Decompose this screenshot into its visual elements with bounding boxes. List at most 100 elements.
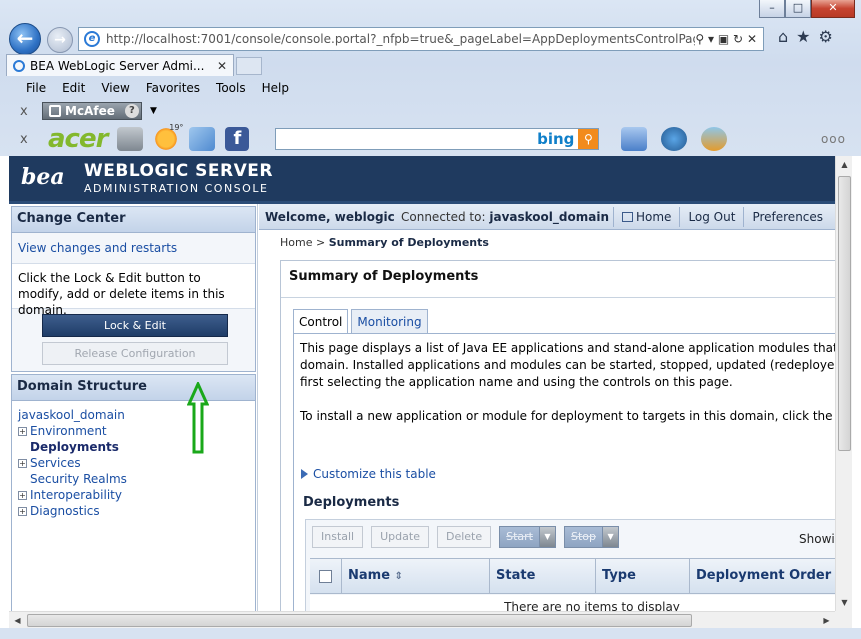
- tree-item-label: Interoperability: [30, 488, 122, 502]
- menu-view[interactable]: View: [93, 78, 137, 98]
- connected-label: Connected to:: [401, 209, 486, 224]
- address-url[interactable]: http://localhost:7001/console/console.po…: [106, 32, 695, 46]
- tree-item-security-realms[interactable]: Security Realms: [18, 471, 255, 487]
- breadcrumb-home[interactable]: Home: [280, 236, 312, 249]
- more-icon[interactable]: ooo: [821, 132, 846, 146]
- tree-item-diagnostics[interactable]: + Diagnostics: [18, 503, 255, 519]
- column-type[interactable]: Type: [596, 559, 690, 593]
- favorites-star-icon[interactable]: ★: [796, 27, 810, 46]
- column-deployment-order[interactable]: Deployment Order: [690, 559, 835, 593]
- view-changes-link[interactable]: View changes and restarts: [18, 241, 177, 255]
- mcafee-button[interactable]: McAfee ?: [42, 102, 142, 120]
- menu-tools[interactable]: Tools: [208, 78, 254, 98]
- tab-close-icon[interactable]: ✕: [217, 59, 227, 73]
- tab-ie-icon: [13, 59, 25, 72]
- sort-icon[interactable]: ⇕: [395, 571, 403, 582]
- tree-item-services[interactable]: + Services: [18, 455, 255, 471]
- weather-icon[interactable]: 19°: [153, 123, 183, 151]
- close-window-button[interactable]: ✕: [811, 0, 855, 18]
- preferences-link[interactable]: Preferences: [743, 206, 831, 227]
- vertical-scroll-thumb[interactable]: [838, 176, 851, 451]
- acer-logo[interactable]: acer: [48, 124, 108, 154]
- compat-icon[interactable]: ▣: [718, 32, 729, 46]
- vertical-scrollbar[interactable]: ▲ ▼: [835, 156, 852, 611]
- delete-button[interactable]: Delete: [436, 526, 492, 548]
- expand-icon[interactable]: +: [18, 426, 27, 436]
- horizontal-scroll-thumb[interactable]: [27, 614, 692, 627]
- tree-root-domain[interactable]: javaskool_domain: [18, 407, 255, 423]
- lock-edit-button[interactable]: Lock & Edit: [42, 314, 228, 337]
- address-tools[interactable]: ⚲ ▾ ▣ ↻ ✕: [695, 32, 763, 46]
- content-tabs: Control Monitoring: [293, 309, 431, 334]
- maximize-button[interactable]: □: [785, 0, 811, 18]
- mcafee-toolbar: x McAfee ? ▼: [20, 100, 157, 122]
- customize-table-link[interactable]: Customize this table: [301, 467, 436, 481]
- page-title: Summary of Deployments: [289, 269, 479, 284]
- tab-monitoring[interactable]: Monitoring: [351, 309, 428, 333]
- scroll-down-icon[interactable]: ▼: [836, 594, 853, 611]
- stop-dropdown[interactable]: Stop ▼: [564, 526, 620, 548]
- breadcrumb: Home > Summary of Deployments: [280, 236, 489, 249]
- minimize-button[interactable]: –: [759, 0, 785, 18]
- expand-icon[interactable]: +: [18, 506, 27, 516]
- logout-link[interactable]: Log Out: [679, 206, 743, 227]
- game-icon[interactable]: [701, 127, 728, 151]
- stop-label: Stop: [571, 530, 597, 543]
- chevron-down-icon[interactable]: ▼: [602, 527, 619, 547]
- product-subtitle: ADMINISTRATION CONSOLE: [84, 182, 269, 195]
- forward-button[interactable]: →: [47, 27, 73, 53]
- menu-edit[interactable]: Edit: [54, 78, 93, 98]
- mcafee-label: McAfee: [65, 104, 115, 118]
- like-icon[interactable]: [621, 127, 648, 151]
- title-divider: [281, 297, 835, 298]
- search-icon[interactable]: ⚲: [695, 32, 704, 46]
- address-bar[interactable]: e http://localhost:7001/console/console.…: [78, 27, 764, 51]
- tree-item-label: Deployments: [30, 440, 119, 454]
- domain-structure-panel: Domain Structure javaskool_domain + Envi…: [11, 374, 256, 611]
- car-icon[interactable]: [117, 127, 144, 151]
- browser-tab[interactable]: BEA WebLogic Server Admi... ✕: [6, 54, 234, 76]
- install-button[interactable]: Install: [312, 526, 364, 548]
- menu-favorites[interactable]: Favorites: [138, 78, 208, 98]
- back-button[interactable]: ←: [9, 23, 41, 55]
- close-toolbar-icon[interactable]: x: [20, 104, 34, 119]
- column-name[interactable]: Name ⇕: [342, 559, 490, 593]
- video-icon[interactable]: [661, 127, 688, 151]
- update-button[interactable]: Update: [371, 526, 429, 548]
- console-topbar: Welcome, weblogic Connected to: javaskoo…: [259, 204, 835, 230]
- chevron-down-icon[interactable]: ▼: [539, 527, 555, 547]
- select-all-checkbox[interactable]: [310, 559, 342, 593]
- bing-search-input[interactable]: bing ⚲: [275, 128, 600, 150]
- customize-label: Customize this table: [313, 467, 436, 481]
- expand-icon[interactable]: +: [18, 490, 27, 500]
- checkbox-box[interactable]: [319, 569, 332, 583]
- scroll-right-icon[interactable]: ▶: [818, 612, 835, 629]
- mail-icon[interactable]: [189, 127, 216, 151]
- scroll-up-icon[interactable]: ▲: [836, 156, 853, 173]
- tab-control[interactable]: Control: [293, 309, 349, 334]
- expand-icon[interactable]: +: [18, 458, 27, 468]
- ie-page-icon: e: [84, 31, 100, 47]
- scroll-left-icon[interactable]: ◀: [9, 612, 26, 629]
- close-toolbar-icon-2[interactable]: x: [20, 132, 34, 147]
- gear-icon[interactable]: ⚙: [819, 27, 833, 46]
- tree-item-environment[interactable]: + Environment: [18, 423, 255, 439]
- bing-search-icon[interactable]: ⚲: [578, 129, 599, 149]
- tree-item-deployments[interactable]: Deployments: [18, 439, 255, 455]
- summary-panel: Summary of Deployments Control Monitorin…: [280, 260, 835, 611]
- column-state[interactable]: State: [490, 559, 596, 593]
- home-link[interactable]: Home: [613, 206, 679, 227]
- tree-item-interoperability[interactable]: + Interoperability: [18, 487, 255, 503]
- home-icon[interactable]: ⌂: [778, 27, 788, 46]
- horizontal-scrollbar[interactable]: ◀ ▶: [9, 611, 835, 628]
- menu-file[interactable]: File: [18, 78, 54, 98]
- refresh-icon[interactable]: ↻: [733, 32, 743, 46]
- start-dropdown[interactable]: Start ▼: [499, 526, 556, 548]
- stop-icon[interactable]: ✕: [747, 32, 757, 46]
- new-tab-button[interactable]: [236, 57, 262, 75]
- console-banner: bea WEBLOGIC SERVER ADMINISTRATION CONSO…: [9, 156, 835, 204]
- menu-help[interactable]: Help: [254, 78, 297, 98]
- mcafee-dropdown-icon[interactable]: ▼: [150, 106, 157, 116]
- facebook-icon[interactable]: f: [225, 127, 250, 151]
- release-configuration-button[interactable]: Release Configuration: [42, 342, 228, 365]
